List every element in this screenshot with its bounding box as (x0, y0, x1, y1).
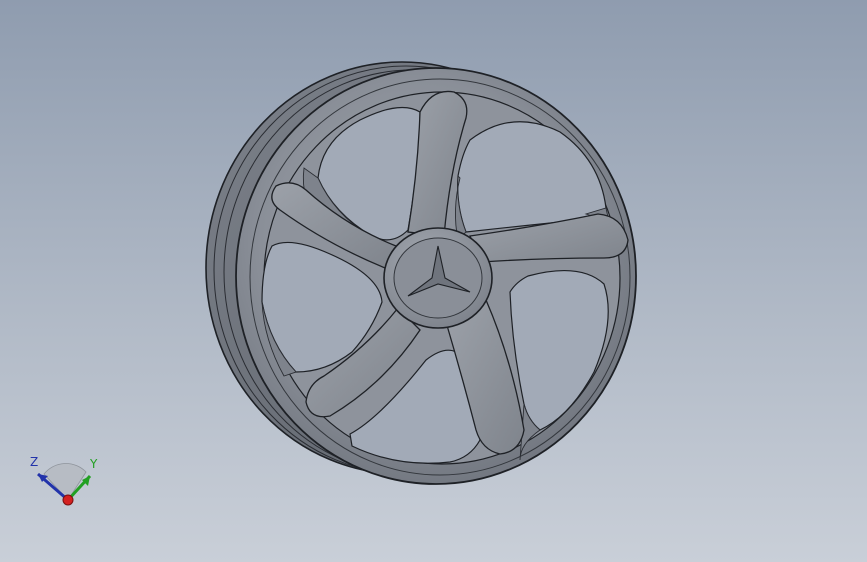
view-orientation-triad[interactable]: Z Y (24, 450, 114, 520)
x-axis-dot-icon (62, 494, 74, 506)
center-hub (383, 227, 493, 329)
y-axis-label: Y (89, 457, 98, 471)
wheel-model[interactable] (0, 0, 867, 562)
z-axis-label: Z (30, 455, 38, 469)
triad-plane-shade (43, 463, 87, 501)
graphics-viewport[interactable]: Z Y (0, 0, 867, 562)
